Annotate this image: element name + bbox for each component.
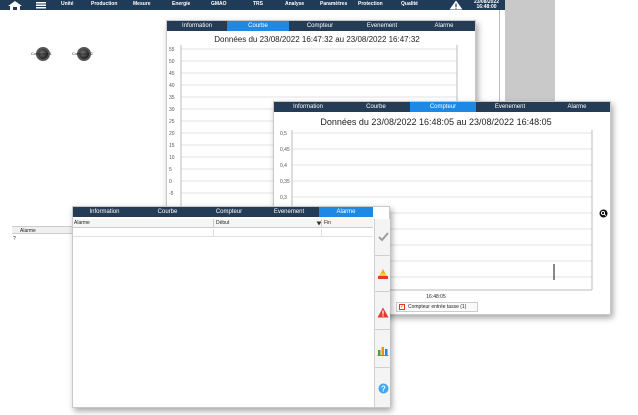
column-debut[interactable]: Début	[216, 220, 229, 226]
window-compteur-tabbar: Information Courbe Compteur Evenement Al…	[274, 102, 610, 112]
ytick-55: 55	[169, 47, 175, 53]
tab-courbe[interactable]: Courbe	[136, 207, 199, 217]
legend[interactable]: ✓ Compteur entrée tasse (1)	[396, 302, 478, 312]
check-icon	[377, 231, 389, 241]
window-courbe-tabbar: Information Courbe Compteur Evenement Al…	[167, 21, 475, 31]
tab-evenement[interactable]: Evenement	[476, 102, 544, 112]
nav-item-production[interactable]: Production	[91, 1, 117, 7]
acknowledge-button[interactable]	[376, 267, 390, 281]
ytick-45: 45	[169, 71, 175, 77]
background-alarm-row: ?	[13, 236, 16, 242]
ytick-20: 20	[169, 131, 175, 137]
alarm-sidebar: ?	[374, 219, 391, 407]
nav-item-unite[interactable]: Unité	[61, 1, 74, 7]
ytick-5: 5	[169, 167, 172, 173]
legend-label: Compteur entrée tasse (1)	[408, 304, 467, 310]
window-alarme-tabbar: Information Courbe Compteur Evenement Al…	[73, 207, 373, 217]
column-alarme[interactable]: Alarme	[74, 220, 90, 226]
tab-evenement[interactable]: Evenement	[259, 207, 319, 217]
ytick-40: 40	[169, 83, 175, 89]
ytick-15: 15	[169, 143, 175, 149]
tab-information[interactable]: Information	[73, 207, 136, 217]
ytick-10: 10	[169, 155, 175, 161]
counter-knob-1-label: Compteur 1	[31, 51, 52, 56]
check-button[interactable]	[376, 229, 390, 243]
legend-checkbox[interactable]: ✓	[399, 304, 405, 310]
svg-text:?: ?	[381, 384, 386, 393]
nav-item-parametres[interactable]: Paramètres	[320, 1, 347, 7]
nav-item-mesure[interactable]: Mesure	[133, 1, 151, 7]
tab-compteur[interactable]: Compteur	[410, 102, 476, 112]
tab-alarme[interactable]: Alarme	[319, 207, 373, 217]
nav-item-qualite[interactable]: Qualité	[401, 1, 418, 7]
ytick-0-45: 0,45	[280, 147, 290, 153]
ytick-30: 30	[169, 107, 175, 113]
sidebar-divider	[375, 291, 391, 292]
tab-information[interactable]: Information	[274, 102, 342, 112]
background-alarm-table: Alarme ?	[12, 226, 72, 246]
chart-title: Données du 23/08/2022 16:48:05 au 23/08/…	[320, 117, 552, 127]
ytick-0-35: 0,35	[280, 179, 290, 185]
column-fin[interactable]: Fin	[324, 220, 331, 226]
tab-alarme[interactable]: Alarme	[413, 21, 475, 31]
ytick-50: 50	[169, 59, 175, 65]
alarm-table-header: Alarme Début Fin	[73, 219, 373, 228]
nav-item-protection[interactable]: Protection	[358, 1, 383, 7]
tab-courbe[interactable]: Courbe	[342, 102, 410, 112]
menu-icon[interactable]	[35, 1, 47, 9]
ytick-0-3: 0,3	[280, 195, 287, 201]
nav-item-analyse[interactable]: Analyse	[285, 1, 304, 7]
triangle-stack-icon	[378, 269, 388, 279]
datetime-display: 23/08/2022 16:48:00	[468, 0, 505, 10]
tab-compteur[interactable]: Compteur	[289, 21, 351, 31]
alarm-table-filter-row[interactable]	[73, 229, 373, 237]
warning-icon	[377, 307, 389, 317]
tab-information[interactable]: Information	[167, 21, 227, 31]
ytick-0-4: 0,4	[280, 163, 287, 169]
ytick-0-5: 0,5	[280, 131, 287, 137]
statistics-button[interactable]	[376, 343, 390, 357]
sidebar-divider	[375, 255, 391, 256]
magnifier-icon[interactable]	[599, 209, 608, 218]
home-icon[interactable]	[8, 1, 22, 10]
alarm-warning-button[interactable]	[376, 305, 390, 319]
background-alarm-header: Alarme	[20, 228, 36, 234]
tab-alarme[interactable]: Alarme	[544, 102, 610, 112]
nav-item-gmao[interactable]: GMAO	[211, 1, 227, 7]
tab-evenement[interactable]: Evenement	[351, 21, 413, 31]
top-navbar: Unité Production Mesure Energie GMAO TRS…	[0, 0, 505, 10]
nav-item-energie[interactable]: Energie	[172, 1, 190, 7]
counter-knob-2-label: Compteur 2	[72, 51, 93, 56]
ytick-0: 0	[169, 179, 172, 185]
sidebar-divider	[375, 329, 391, 330]
window-alarme: Information Courbe Compteur Evenement Al…	[72, 206, 391, 408]
chart-title: Données du 23/08/2022 16:47:32 au 23/08/…	[214, 35, 420, 44]
time-label: 16:48:00	[476, 3, 497, 10]
tab-courbe[interactable]: Courbe	[227, 21, 289, 31]
help-icon: ?	[378, 383, 388, 393]
ytick-35: 35	[169, 95, 175, 101]
warning-icon[interactable]	[449, 0, 463, 10]
bar-chart-icon	[377, 346, 389, 356]
sidebar-divider	[375, 367, 391, 368]
help-button[interactable]: ?	[376, 381, 390, 395]
ytick-25: 25	[169, 119, 175, 125]
ytick-minus5: -5	[169, 191, 174, 197]
nav-item-trs[interactable]: TRS	[253, 1, 263, 7]
tab-compteur[interactable]: Compteur	[199, 207, 259, 217]
